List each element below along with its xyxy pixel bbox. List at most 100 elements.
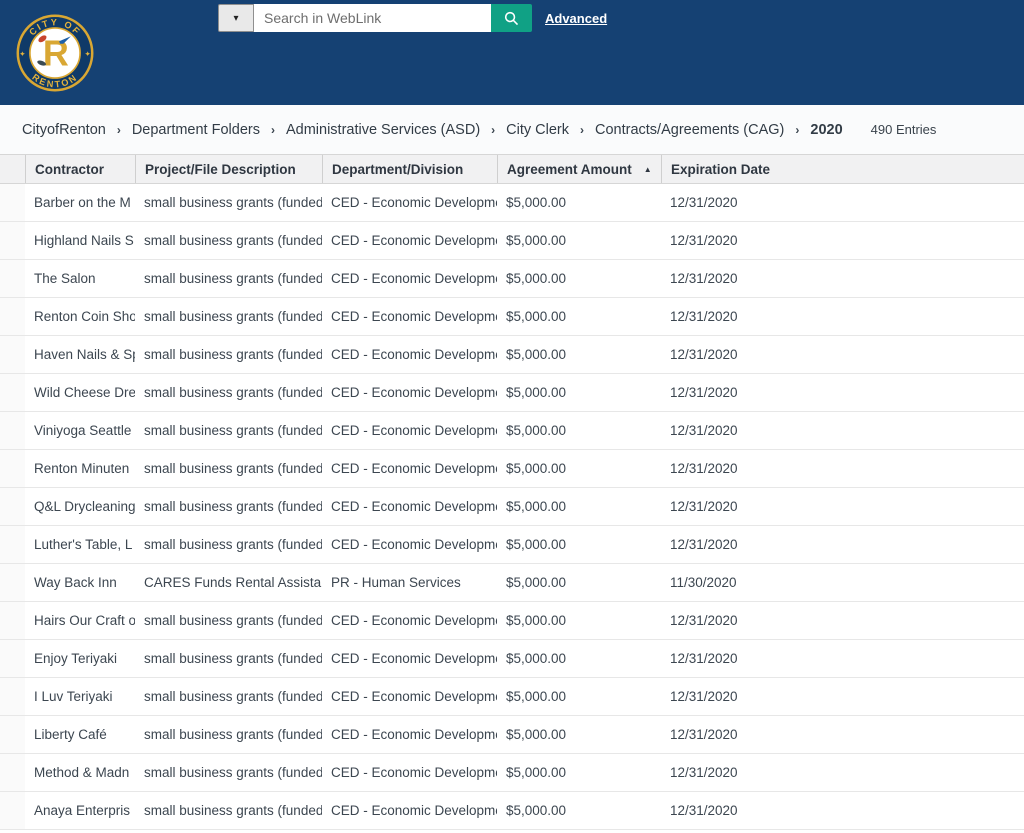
- amount-cell: $5,000.00: [506, 309, 567, 324]
- table-row[interactable]: Enjoy Teriyaki small business grants (fu…: [0, 640, 1024, 678]
- contractor-cell: I Luv Teriyaki: [34, 689, 113, 704]
- department-cell: CED - Economic Developme: [331, 461, 497, 476]
- description-cell: small business grants (funded: [144, 613, 322, 628]
- expiration-cell: 12/31/2020: [670, 803, 738, 818]
- amount-cell: $5,000.00: [506, 423, 567, 438]
- column-header[interactable]: Expiration Date: [661, 155, 1024, 183]
- contractor-cell: Enjoy Teriyaki: [34, 651, 118, 666]
- contractor-cell: Viniyoga Seattle: [34, 423, 132, 438]
- expiration-cell: 12/31/2020: [670, 309, 738, 324]
- column-header[interactable]: Department/Division: [322, 155, 497, 183]
- entries-count: 490 Entries: [870, 122, 937, 137]
- contractor-cell: Way Back Inn: [34, 575, 117, 590]
- department-cell: CED - Economic Developme: [331, 423, 497, 438]
- table-row[interactable]: Way Back Inn CARES Funds Rental Assistan…: [0, 564, 1024, 602]
- row-gutter-cell: [0, 336, 25, 373]
- department-cell: CED - Economic Developme: [331, 347, 497, 362]
- description-cell: small business grants (funded: [144, 727, 322, 742]
- search-button[interactable]: [491, 4, 532, 32]
- amount-cell: $5,000.00: [506, 689, 567, 704]
- advanced-search-link[interactable]: Advanced: [545, 11, 607, 26]
- row-gutter-cell: [0, 792, 25, 829]
- breadcrumb-separator-icon: ›: [270, 122, 275, 137]
- results-table: Contractor Project/File Description Depa…: [0, 154, 1024, 830]
- row-gutter-cell: [0, 716, 25, 753]
- breadcrumb-separator-icon: ›: [580, 122, 584, 137]
- logo-diamond-left: ✦: [19, 49, 26, 58]
- column-header[interactable]: Contractor: [25, 155, 135, 183]
- column-header[interactable]: Project/File Description: [135, 155, 322, 183]
- city-of-renton-logo[interactable]: CITY OF RENTON ✦ ✦ R: [9, 7, 101, 99]
- chevron-down-icon: ▾: [233, 12, 239, 24]
- table-row[interactable]: Viniyoga Seattle small business grants (…: [0, 412, 1024, 450]
- contractor-cell: Liberty Café: [34, 727, 107, 742]
- search-input[interactable]: [254, 4, 491, 32]
- department-cell: CED - Economic Developme: [331, 499, 497, 514]
- department-cell: CED - Economic Developme: [331, 537, 497, 552]
- row-gutter-cell: [0, 222, 25, 259]
- table-row[interactable]: Barber on the M small business grants (f…: [0, 184, 1024, 222]
- department-cell: CED - Economic Developme: [331, 271, 497, 286]
- table-row[interactable]: I Luv Teriyaki small business grants (fu…: [0, 678, 1024, 716]
- table-row[interactable]: Q&L Drycleaning small business grants (f…: [0, 488, 1024, 526]
- description-cell: small business grants (funded: [144, 423, 322, 438]
- column-header[interactable]: Agreement Amount ▲: [497, 155, 661, 183]
- expiration-cell: 12/31/2020: [670, 499, 738, 514]
- breadcrumb-group: CityofRenton ›: [22, 122, 132, 138]
- row-gutter-cell: [0, 374, 25, 411]
- expiration-cell: 12/31/2020: [670, 537, 738, 552]
- row-gutter-cell: [0, 298, 25, 335]
- description-cell: small business grants (funded: [144, 765, 322, 780]
- description-cell: small business grants (funded: [144, 347, 322, 362]
- description-cell: small business grants (funded: [144, 803, 322, 818]
- amount-cell: $5,000.00: [506, 575, 567, 590]
- table-row[interactable]: Highland Nails S small business grants (…: [0, 222, 1024, 260]
- breadcrumb-item[interactable]: Department Folders: [132, 122, 260, 138]
- expiration-cell: 12/31/2020: [670, 195, 738, 210]
- contractor-cell: Wild Cheese Dre: [34, 385, 135, 400]
- breadcrumb-item[interactable]: City Clerk: [506, 122, 569, 138]
- row-gutter-cell: [0, 640, 25, 677]
- table-row[interactable]: Renton Coin Sho small business grants (f…: [0, 298, 1024, 336]
- breadcrumb-item[interactable]: 2020: [810, 122, 842, 138]
- breadcrumb-item[interactable]: CityofRenton: [22, 122, 106, 138]
- table-row[interactable]: The Salon small business grants (funded …: [0, 260, 1024, 298]
- table-row[interactable]: Renton Minuten small business grants (fu…: [0, 450, 1024, 488]
- amount-cell: $5,000.00: [506, 195, 567, 210]
- table-row[interactable]: Wild Cheese Dre small business grants (f…: [0, 374, 1024, 412]
- amount-cell: $5,000.00: [506, 233, 567, 248]
- table-row[interactable]: Method & Madn small business grants (fun…: [0, 754, 1024, 792]
- column-header-label: Contractor: [35, 161, 105, 177]
- breadcrumb-item[interactable]: Contracts/Agreements (CAG): [595, 122, 784, 138]
- table-row[interactable]: Haven Nails & Sp small business grants (…: [0, 336, 1024, 374]
- breadcrumb-group: Department Folders ›: [132, 122, 286, 138]
- contractor-cell: Luther's Table, L: [34, 537, 133, 552]
- description-cell: small business grants (funded: [144, 309, 322, 324]
- breadcrumb-item[interactable]: Administrative Services (ASD): [286, 122, 480, 138]
- logo-monogram: R: [43, 33, 69, 74]
- amount-cell: $5,000.00: [506, 727, 567, 742]
- expiration-cell: 12/31/2020: [670, 423, 738, 438]
- amount-cell: $5,000.00: [506, 765, 567, 780]
- row-gutter-cell: [0, 526, 25, 563]
- column-header-label: Project/File Description: [145, 161, 296, 177]
- column-header[interactable]: [0, 155, 25, 183]
- table-row[interactable]: Hairs Our Craft o small business grants …: [0, 602, 1024, 640]
- search-bar: ▾ Advanced: [218, 4, 607, 32]
- breadcrumb-group: Administrative Services (ASD) ›: [286, 122, 506, 138]
- expiration-cell: 12/31/2020: [670, 727, 738, 742]
- expiration-cell: 11/30/2020: [670, 575, 737, 590]
- breadcrumb-separator-icon: ›: [116, 122, 121, 137]
- expiration-cell: 12/31/2020: [670, 689, 738, 704]
- description-cell: small business grants (funded: [144, 233, 322, 248]
- search-scope-dropdown[interactable]: ▾: [218, 4, 254, 32]
- table-row[interactable]: Luther's Table, L small business grants …: [0, 526, 1024, 564]
- description-cell: small business grants (funded: [144, 499, 322, 514]
- column-header-label: Expiration Date: [671, 161, 771, 177]
- table-body: Barber on the M small business grants (f…: [0, 184, 1024, 830]
- department-cell: PR - Human Services: [331, 575, 461, 590]
- table-row[interactable]: Anaya Enterpris small business grants (f…: [0, 792, 1024, 830]
- breadcrumb-separator-icon: ›: [491, 122, 496, 137]
- table-row[interactable]: Liberty Café small business grants (fund…: [0, 716, 1024, 754]
- column-header-label: Agreement Amount: [507, 161, 632, 177]
